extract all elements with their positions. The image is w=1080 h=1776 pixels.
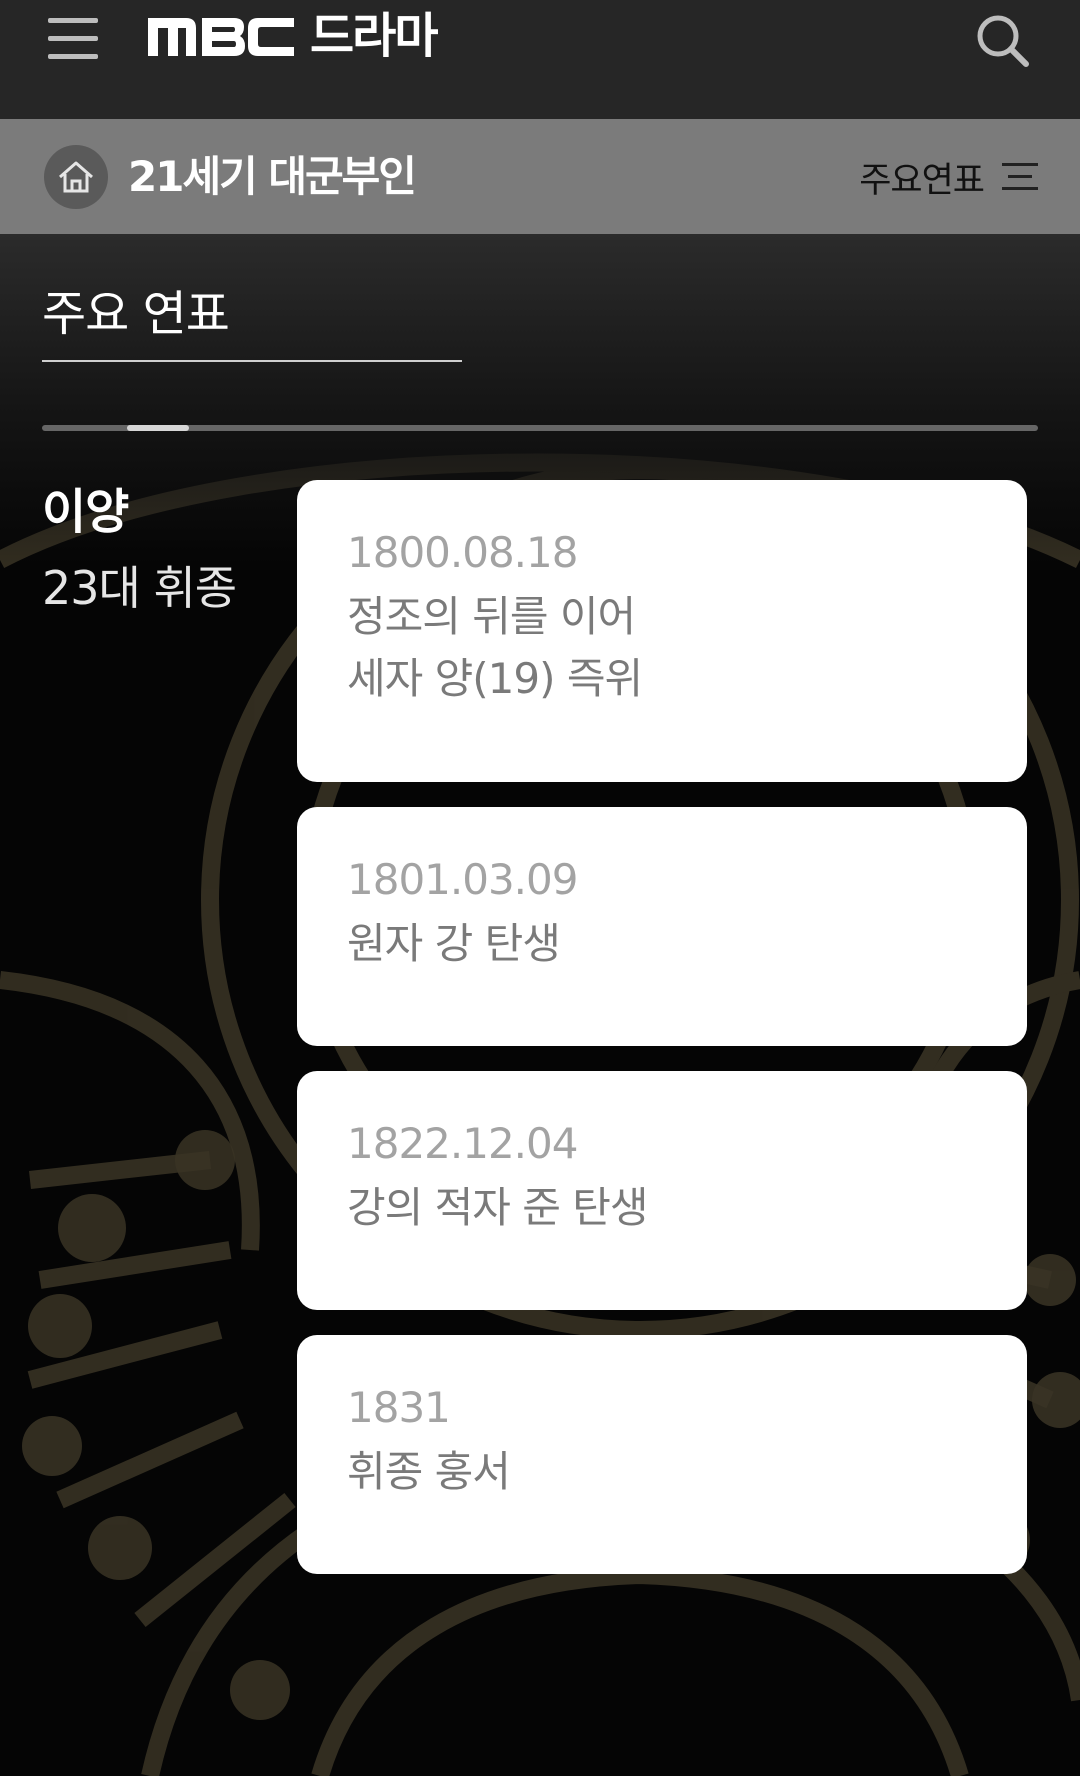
event-date: 1831 (347, 1383, 451, 1432)
section-menu-button[interactable]: 주요연표 (859, 147, 1040, 207)
page-title: 주요 연표 (42, 286, 230, 342)
event-description: 휘종 훙서 (347, 1447, 511, 1496)
event-date: 1800.08.18 (347, 528, 578, 577)
program-bar: 21세기 대군부인 주요연표 (0, 119, 1080, 234)
home-button[interactable] (44, 145, 108, 209)
event-date: 1801.03.09 (347, 855, 578, 904)
section-menu-label: 주요연표 (859, 160, 985, 201)
event-description: 강의 적자 준 탄생 (347, 1183, 649, 1232)
page: 드라마 21세기 대군부인 주요연표 주요 연표 이양 23대 휘종 1800.… (0, 0, 1080, 1776)
event-description: 원자 강 탄생 (347, 919, 561, 968)
list-menu-icon (1002, 163, 1038, 190)
king-title: 23대 휘종 (42, 561, 237, 615)
home-icon (59, 161, 93, 193)
hamburger-menu-icon[interactable] (48, 14, 98, 62)
event-date: 1822.12.04 (347, 1119, 578, 1168)
mbc-drama-logo[interactable]: 드라마 (146, 6, 438, 66)
timeline-scrollbar[interactable] (42, 425, 1038, 431)
timeline-card[interactable]: 1800.08.18 정조의 뒤를 이어 세자 양(19) 즉위 (297, 480, 1027, 782)
program-title[interactable]: 21세기 대군부인 (128, 147, 417, 207)
mbc-logo (148, 18, 294, 56)
scrollbar-thumb[interactable] (127, 425, 189, 431)
top-app-bar: 드라마 (0, 0, 1080, 119)
timeline-card[interactable]: 1831 휘종 훙서 (297, 1335, 1027, 1574)
search-icon[interactable] (974, 10, 1034, 70)
timeline-card[interactable]: 1801.03.09 원자 강 탄생 (297, 807, 1027, 1046)
event-description: 정조의 뒤를 이어 세자 양(19) 즉위 (347, 592, 643, 703)
logo-drama-text: 드라마 (310, 8, 438, 64)
timeline-card[interactable]: 1822.12.04 강의 적자 준 탄생 (297, 1071, 1027, 1310)
king-name: 이양 (42, 484, 129, 540)
heading-underline (42, 360, 462, 362)
